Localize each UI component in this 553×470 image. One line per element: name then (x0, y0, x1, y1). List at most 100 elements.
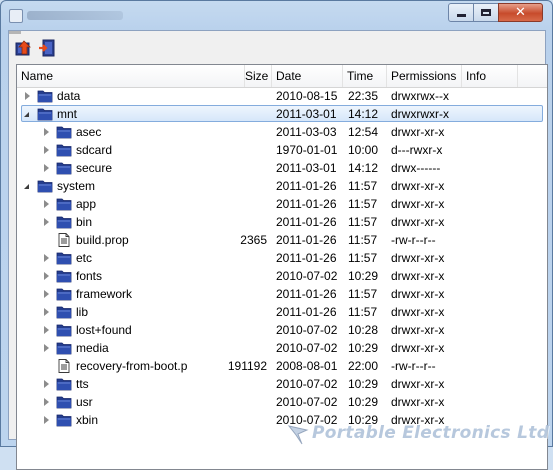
tree-row-folder[interactable]: system 2011-01-26 11:57 drwxr-xr-x (17, 177, 547, 195)
tree-row-folder[interactable]: media 2010-07-02 10:29 drwxr-xr-x (17, 339, 547, 357)
tree-row-folder[interactable]: tts 2010-07-02 10:29 drwxr-xr-x (17, 375, 547, 393)
row-time: 11:57 (348, 233, 378, 247)
row-name: lib (76, 305, 89, 319)
row-name: system (57, 179, 96, 193)
row-date: 2010-07-02 (276, 395, 338, 409)
file-browser-window: ✕ Name Size Date Time Permissions Info d… (0, 0, 553, 470)
tree-row-folder[interactable]: app 2011-01-26 11:57 drwxr-xr-x (17, 195, 547, 213)
row-permissions: drwxrwxr-x (391, 107, 449, 121)
tree-row-folder[interactable]: lib 2011-01-26 11:57 drwxr-xr-x (17, 303, 547, 321)
app-icon (9, 9, 23, 23)
tree-row-folder[interactable]: xbin 2010-07-02 10:29 drwxr-xr-x (17, 411, 547, 429)
maximize-button[interactable] (473, 3, 499, 22)
folder-icon (56, 251, 72, 265)
folder-icon (56, 395, 72, 409)
row-date: 2010-07-02 (276, 413, 338, 427)
expand-closed-icon[interactable] (42, 303, 52, 321)
title-bar[interactable]: ✕ (1, 1, 552, 29)
minimize-button[interactable] (448, 3, 474, 22)
exit-button[interactable] (38, 39, 56, 57)
tree-row-folder[interactable]: data 2010-08-15 22:35 drwxrwx--x (17, 87, 547, 105)
row-size: 191192 (227, 359, 267, 373)
row-time: 10:29 (348, 413, 379, 427)
tree-row-folder[interactable]: bin 2011-01-26 11:57 drwxr-xr-x (17, 213, 547, 231)
expand-closed-icon[interactable] (42, 213, 52, 231)
expand-closed-icon[interactable] (42, 159, 52, 177)
row-permissions: -rw-r--r-- (391, 233, 436, 247)
row-date: 2011-01-26 (276, 197, 337, 211)
row-permissions: -rw-r--r-- (391, 359, 436, 373)
expand-closed-icon[interactable] (42, 411, 52, 429)
tree-row-folder[interactable]: mnt 2011-03-01 14:12 drwxrwxr-x (17, 105, 547, 123)
tree-row-folder[interactable]: lost+found 2010-07-02 10:28 drwxr-xr-x (17, 321, 547, 339)
toolbar (9, 31, 545, 64)
expand-closed-icon[interactable] (42, 141, 52, 159)
file-tree[interactable]: Name Size Date Time Permissions Info dat… (16, 64, 548, 470)
tree-row-folder[interactable]: usr 2010-07-02 10:29 drwxr-xr-x (17, 393, 547, 411)
row-time: 10:29 (348, 377, 379, 391)
column-permissions[interactable]: Permissions (387, 65, 462, 87)
expand-closed-icon[interactable] (42, 195, 52, 213)
row-name: etc (76, 251, 93, 265)
file-icon (56, 359, 72, 373)
row-permissions: drwxr-xr-x (391, 323, 445, 337)
row-time: 11:57 (348, 287, 378, 301)
column-date[interactable]: Date (272, 65, 343, 87)
expand-closed-icon[interactable] (42, 267, 52, 285)
row-time: 11:57 (348, 305, 378, 319)
row-name: app (76, 197, 97, 211)
row-date: 2010-07-02 (276, 377, 338, 391)
expand-closed-icon[interactable] (42, 285, 52, 303)
expand-closed-icon[interactable] (42, 393, 52, 411)
row-time: 10:29 (348, 395, 379, 409)
tree-row-folder[interactable]: fonts 2010-07-02 10:29 drwxr-xr-x (17, 267, 547, 285)
row-time: 11:57 (348, 215, 378, 229)
row-date: 2011-01-26 (276, 305, 337, 319)
expand-closed-icon[interactable] (42, 339, 52, 357)
column-name[interactable]: Name (17, 65, 245, 87)
row-name: tts (76, 377, 89, 391)
row-name: bin (76, 215, 93, 229)
tree-row-folder[interactable]: etc 2011-01-26 11:57 drwxr-xr-x (17, 249, 547, 267)
row-permissions: drwxr-xr-x (391, 395, 445, 409)
expand-open-icon[interactable] (23, 177, 33, 195)
row-date: 2011-01-26 (276, 233, 337, 247)
row-permissions: drwxr-xr-x (391, 413, 445, 427)
tree-row-file[interactable]: recovery-from-boot.p 191192 2008-08-01 22:0… (17, 357, 547, 375)
row-permissions: drwxrwx--x (391, 89, 449, 103)
column-size[interactable]: Size (245, 65, 272, 87)
tree-row-folder[interactable]: sdcard 1970-01-01 10:00 d---rwxr-x (17, 141, 547, 159)
tree-row-folder[interactable]: framework 2011-01-26 11:57 drwxr-xr-x (17, 285, 547, 303)
row-permissions: drwxr-xr-x (391, 125, 445, 139)
tree-row-file[interactable]: build.prop 2365 2011-01-26 11:57 -rw-r--r-- (17, 231, 547, 249)
row-name: usr (76, 395, 93, 409)
expand-closed-icon[interactable] (42, 321, 52, 339)
folder-icon (56, 125, 72, 139)
minus-icon[interactable] (9, 31, 21, 34)
expand-closed-icon[interactable] (23, 87, 33, 105)
tree-row-folder[interactable]: asec 2011-03-03 12:54 drwxr-xr-x (17, 123, 547, 141)
tree-row-folder[interactable]: secure 2011-03-01 14:12 drwx------ (17, 159, 547, 177)
folder-icon (56, 413, 72, 427)
column-header: Name Size Date Time Permissions Info (17, 65, 547, 88)
maximize-icon (481, 9, 491, 16)
row-time: 10:28 (348, 323, 379, 337)
column-time[interactable]: Time (343, 65, 387, 87)
row-date: 2011-01-26 (276, 179, 337, 193)
row-permissions: drwxr-xr-x (391, 341, 445, 355)
row-permissions: drwxr-xr-x (391, 377, 445, 391)
expand-closed-icon[interactable] (42, 375, 52, 393)
row-permissions: drwx------ (391, 161, 441, 175)
expand-closed-icon[interactable] (42, 123, 52, 141)
row-time: 14:12 (348, 107, 379, 121)
column-info[interactable]: Info (462, 65, 518, 87)
folder-up-button[interactable] (15, 39, 33, 57)
row-date: 2011-01-26 (276, 215, 337, 229)
close-button[interactable]: ✕ (498, 3, 543, 22)
folder-icon (56, 197, 72, 211)
row-date: 2008-08-01 (276, 359, 338, 373)
row-time: 11:57 (348, 179, 378, 193)
expand-closed-icon[interactable] (42, 249, 52, 267)
expand-open-icon[interactable] (23, 105, 33, 123)
row-permissions: drwxr-xr-x (391, 269, 445, 283)
